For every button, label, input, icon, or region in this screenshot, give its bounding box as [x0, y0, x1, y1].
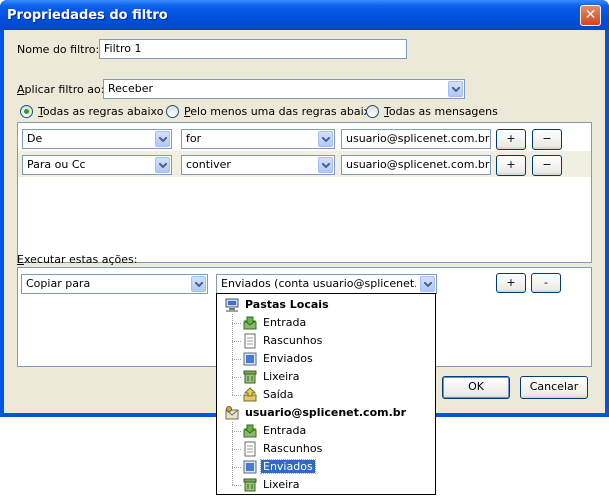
- add-action-button[interactable]: +: [496, 273, 526, 293]
- add-rule-button[interactable]: +: [496, 129, 526, 150]
- account-icon: [224, 405, 240, 421]
- rule-field-value: Para ou Cc: [27, 158, 86, 171]
- folder-group-label: usuario@splicenet.com.br: [245, 406, 407, 419]
- chevron-down-icon[interactable]: [318, 131, 333, 147]
- filter-name-label: Nome do filtro:: [17, 43, 100, 56]
- chevron-down-icon[interactable]: [155, 157, 170, 173]
- tree-connector: [232, 359, 241, 360]
- chevron-down-icon[interactable]: [155, 131, 170, 147]
- folder-item-label: Rascunhos: [263, 334, 323, 347]
- remove-rule-button[interactable]: −: [532, 129, 562, 150]
- folder-item-label: Enviados: [263, 352, 313, 365]
- apply-filter-value: Receber: [108, 82, 154, 95]
- folder-item-label: Enviados: [260, 459, 316, 474]
- drafts-icon: [242, 333, 258, 349]
- chevron-down-icon[interactable]: [420, 276, 435, 292]
- sent-icon: [242, 459, 258, 475]
- trash-icon: [242, 477, 258, 493]
- action-target-select[interactable]: Enviados (conta usuario@splicenet.co...: [216, 274, 437, 294]
- window-title: Propriedades do filtro: [7, 8, 168, 23]
- rule-field-value: De: [27, 132, 43, 145]
- apply-filter-label: Aplicar filtro ao:: [17, 83, 105, 96]
- folder-dropdown-list[interactable]: Pastas Locais Entrada Rascunhos Enviados Lix…: [216, 293, 436, 495]
- folder-item-label: Lixeira: [263, 370, 300, 383]
- action-type-value: Copiar para: [26, 277, 91, 290]
- action-target-value: Enviados (conta usuario@splicenet.co...: [221, 277, 416, 290]
- folder-item-label: Lixeira: [263, 478, 300, 491]
- rule-operator-select[interactable]: contiver: [181, 155, 335, 175]
- drafts-icon: [242, 441, 258, 457]
- folder-item-label: Entrada: [263, 424, 307, 437]
- rule-operator-select[interactable]: for: [181, 129, 335, 149]
- chevron-down-icon[interactable]: [191, 276, 206, 292]
- apply-filter-select[interactable]: Receber: [103, 79, 465, 99]
- computer-icon: [224, 297, 240, 313]
- inbox-icon: [242, 423, 258, 439]
- close-icon: ✕: [584, 7, 597, 23]
- tree-connector: [232, 341, 241, 342]
- tree-connector: [232, 422, 233, 485]
- add-rule-button[interactable]: +: [496, 155, 526, 176]
- tree-connector: [232, 467, 241, 468]
- outbox-icon: [242, 387, 258, 403]
- folder-item-label: Saída: [263, 388, 294, 401]
- chevron-down-icon[interactable]: [318, 157, 333, 173]
- remove-action-button[interactable]: -: [531, 273, 561, 293]
- inbox-icon: [242, 315, 258, 331]
- tree-connector: [232, 323, 241, 324]
- title-bar[interactable]: Propriedades do filtro ✕: [0, 0, 609, 30]
- ok-button[interactable]: OK: [442, 376, 510, 399]
- chevron-down-icon[interactable]: [448, 81, 463, 97]
- tree-connector: [232, 449, 241, 450]
- remove-rule-button[interactable]: −: [532, 155, 562, 176]
- close-button[interactable]: ✕: [580, 5, 601, 26]
- rule-value-input[interactable]: usuario@splicenet.com.br: [341, 129, 491, 149]
- action-type-select[interactable]: Copiar para: [21, 274, 208, 294]
- rule-field-select[interactable]: Para ou Cc: [22, 155, 172, 175]
- trash-icon: [242, 369, 258, 385]
- match-all-label[interactable]: Todas as regras abaixo: [38, 105, 163, 118]
- folder-item-label: Entrada: [263, 316, 307, 329]
- cancel-button[interactable]: Cancelar: [520, 376, 588, 399]
- folder-item-label: Rascunhos: [263, 442, 323, 455]
- tree-connector: [232, 377, 241, 378]
- tree-connector: [232, 431, 241, 432]
- rule-operator-value: for: [186, 132, 202, 145]
- tree-connector: [232, 314, 233, 395]
- tree-connector: [232, 395, 241, 396]
- actions-label: Executar estas ações:: [17, 253, 138, 266]
- rule-field-select[interactable]: De: [22, 129, 172, 149]
- folder-group-label: Pastas Locais: [245, 298, 329, 311]
- rule-value-input[interactable]: usuario@splicenet.com.br: [341, 155, 491, 175]
- filter-name-input[interactable]: Filtro 1: [99, 39, 407, 59]
- match-all-radio[interactable]: [20, 105, 33, 118]
- match-messages-radio[interactable]: [366, 105, 379, 118]
- match-any-radio[interactable]: [166, 105, 179, 118]
- rule-operator-value: contiver: [186, 158, 231, 171]
- tree-connector: [232, 485, 241, 486]
- sent-icon: [242, 351, 258, 367]
- match-messages-label[interactable]: Todas as mensagens: [384, 105, 498, 118]
- match-any-label[interactable]: Pelo menos uma das regras abaixo: [184, 105, 377, 118]
